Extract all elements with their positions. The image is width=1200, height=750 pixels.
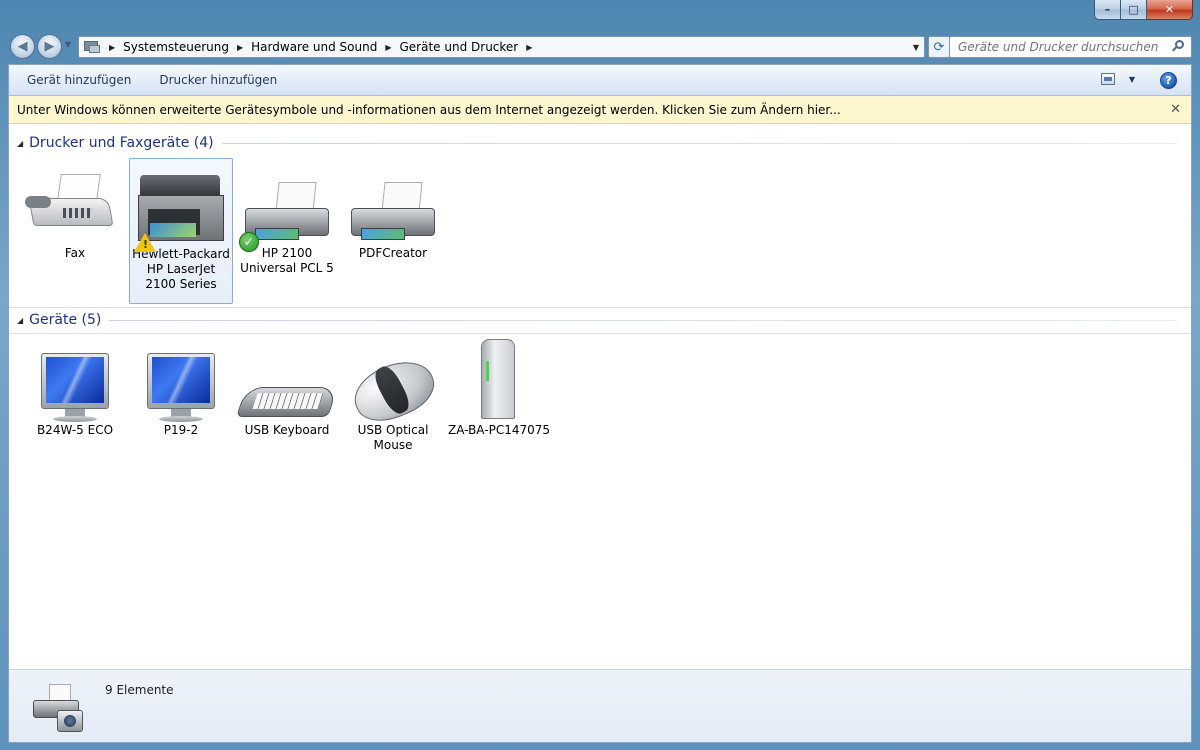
- title-bar: – □ ✕ ◀ ▶ ▼ ▶ Systemsteuerung ▶ Hardware…: [0, 0, 1200, 64]
- breadcrumb-chevron-icon[interactable]: ▶: [385, 43, 391, 52]
- item-count: 9 Elemente: [105, 683, 174, 697]
- monitor-icon: [23, 335, 127, 423]
- recent-pages-dropdown[interactable]: ▼: [65, 40, 71, 49]
- device-label: ZA-BA-PC147075: [448, 423, 550, 437]
- device-label: Fax: [64, 246, 86, 260]
- information-bar[interactable]: Unter Windows können erweiterte Gerätesy…: [9, 96, 1191, 124]
- information-bar-text[interactable]: Unter Windows können erweiterte Gerätesy…: [17, 103, 841, 117]
- device-list: ◢ Drucker und Faxgeräte (4) Fax ! Hewlet…: [9, 124, 1191, 669]
- minimize-button[interactable]: –: [1094, 0, 1121, 20]
- forward-button[interactable]: ▶: [37, 34, 62, 59]
- group-header-printers[interactable]: ◢ Drucker und Faxgeräte (4): [9, 132, 1177, 154]
- default-printer-check-icon: ✓: [239, 232, 259, 252]
- computer-tower-icon: [447, 335, 551, 423]
- breadcrumb-item-hardware-und-sound[interactable]: Hardware und Sound: [251, 40, 377, 54]
- breadcrumb-chevron-icon[interactable]: ▶: [109, 43, 115, 52]
- group-divider: [221, 142, 1177, 144]
- mouse-icon: [341, 335, 445, 431]
- device-label: USB Keyboard: [244, 423, 330, 437]
- device-label: P19-2: [163, 423, 199, 437]
- change-view-button[interactable]: ▼: [1100, 73, 1135, 85]
- multifunction-printer-icon: !: [130, 159, 232, 252]
- information-bar-close-icon[interactable]: ✕: [1170, 102, 1181, 117]
- refresh-button[interactable]: ⟳: [928, 36, 950, 58]
- device-item-hp-2100-universal[interactable]: ✓ HP 2100 Universal PCL 5: [235, 158, 339, 276]
- device-label: PDFCreator: [358, 246, 428, 260]
- explorer-window-body: Gerät hinzufügen Drucker hinzufügen ▼ ? …: [8, 64, 1192, 743]
- warning-mark: !: [143, 238, 149, 251]
- search-box[interactable]: [949, 36, 1192, 58]
- breadcrumb-item-geraete-und-drucker[interactable]: Geräte und Drucker: [400, 40, 519, 54]
- breadcrumb: ▶ Systemsteuerung ▶ Hardware und Sound ▶…: [109, 40, 540, 54]
- device-item-p19-2[interactable]: P19-2: [129, 335, 233, 438]
- group-separator: [9, 307, 1191, 308]
- chevron-down-icon[interactable]: ▼: [1129, 75, 1135, 84]
- search-input[interactable]: [958, 40, 1167, 54]
- group-separator: [9, 333, 1191, 334]
- address-history-dropdown[interactable]: ▼: [908, 37, 924, 57]
- back-button[interactable]: ◀: [10, 34, 35, 59]
- breadcrumb-chevron-icon[interactable]: ▶: [237, 43, 243, 52]
- printer-icon: [341, 158, 445, 246]
- view-options-icon: [1100, 73, 1115, 85]
- devices-and-printers-icon: [27, 678, 91, 738]
- breadcrumb-chevron-icon[interactable]: ▶: [526, 43, 532, 52]
- device-item-za-ba-pc147075[interactable]: ZA-BA-PC147075: [447, 335, 551, 438]
- close-button[interactable]: ✕: [1147, 0, 1193, 20]
- navigation-bar: ◀ ▶ ▼ ▶ Systemsteuerung ▶ Hardware und S…: [8, 32, 1192, 60]
- group-title: Geräte (5): [29, 312, 102, 328]
- collapse-triangle-icon[interactable]: ◢: [17, 139, 23, 148]
- group-divider: [109, 319, 1177, 321]
- help-button[interactable]: ?: [1160, 72, 1177, 89]
- device-item-pdfcreator[interactable]: PDFCreator: [341, 158, 445, 261]
- device-item-usb-keyboard[interactable]: USB Keyboard: [235, 335, 339, 438]
- search-icon[interactable]: [1172, 40, 1185, 53]
- fax-icon: [23, 158, 127, 246]
- add-device-button[interactable]: Gerät hinzufügen: [19, 69, 139, 91]
- device-item-hp-laserjet-2100[interactable]: ! Hewlett-Packard HP LaserJet 2100 Serie…: [129, 158, 233, 304]
- device-item-b24w-5-eco[interactable]: B24W-5 ECO: [23, 335, 127, 438]
- keyboard-icon: [235, 335, 339, 423]
- command-bar: Gerät hinzufügen Drucker hinzufügen ▼ ?: [9, 65, 1191, 96]
- device-label: Hewlett-Packard HP LaserJet 2100 Series: [132, 247, 230, 291]
- window-controls: – □ ✕: [1094, 0, 1193, 20]
- breadcrumb-item-systemsteuerung[interactable]: Systemsteuerung: [123, 40, 229, 54]
- device-label: B24W-5 ECO: [36, 423, 114, 437]
- monitor-icon: [129, 335, 233, 423]
- device-item-fax[interactable]: Fax: [23, 158, 127, 261]
- maximize-button[interactable]: □: [1121, 0, 1147, 20]
- group-header-devices[interactable]: ◢ Geräte (5): [9, 309, 1177, 331]
- collapse-triangle-icon[interactable]: ◢: [17, 316, 23, 325]
- details-pane: 9 Elemente: [9, 669, 1191, 742]
- group-title: Drucker und Faxgeräte (4): [29, 135, 214, 151]
- device-label: USB Optical Mouse: [357, 423, 429, 452]
- control-panel-icon: [83, 40, 101, 55]
- address-bar[interactable]: ▶ Systemsteuerung ▶ Hardware und Sound ▶…: [78, 36, 925, 58]
- printer-icon: ✓: [235, 158, 339, 252]
- device-item-usb-optical-mouse[interactable]: USB Optical Mouse: [341, 335, 445, 453]
- add-printer-button[interactable]: Drucker hinzufügen: [151, 69, 285, 91]
